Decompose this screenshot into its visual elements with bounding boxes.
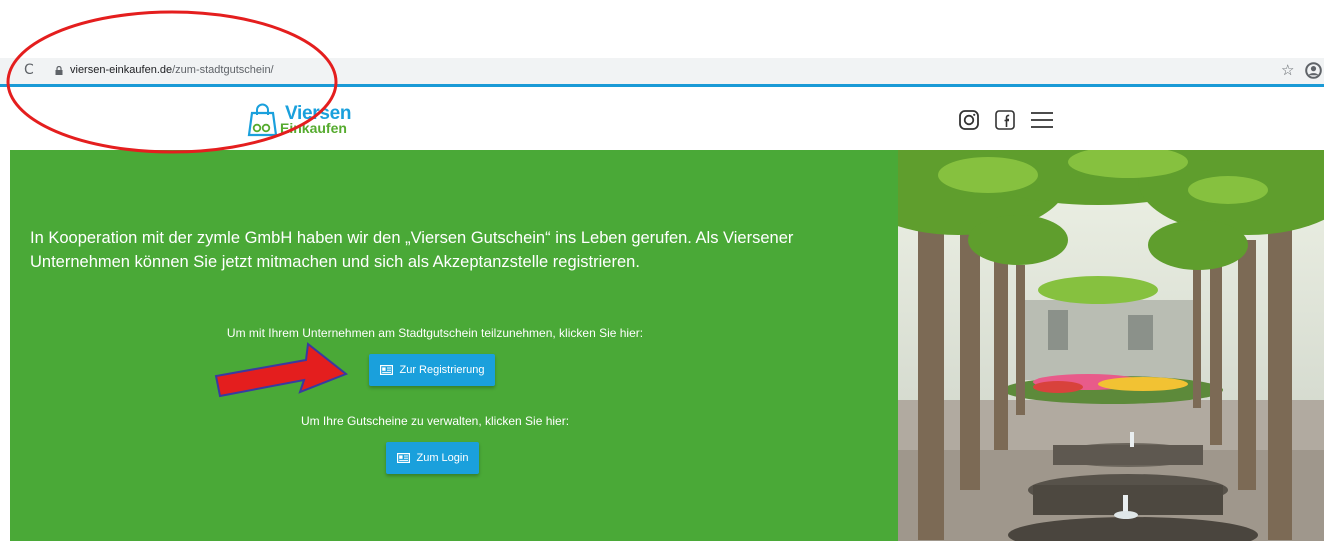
register-prompt: Um mit Ihrem Unternehmen am Stadtgutsche… [226,326,644,340]
profile-icon[interactable] [1305,62,1322,79]
header-divider [0,84,1324,87]
shopping-bag-icon [247,103,278,137]
register-button-label: Zur Registrierung [399,364,485,376]
facebook-icon[interactable] [994,109,1016,131]
instagram-icon[interactable] [958,109,980,131]
hero-photo [898,150,1324,541]
star-icon[interactable]: ☆ [1281,61,1294,79]
url-path: /zum-stadtgutschein/ [172,64,274,76]
intro-text: In Kooperation mit der zymle GmbH haben … [30,229,794,271]
site-logo[interactable]: Viersen Einkaufen [246,100,386,142]
address-bar[interactable]: C viersen-einkaufen.de/zum-stadtgutschei… [0,58,1324,84]
url-text[interactable]: viersen-einkaufen.de/zum-stadtgutschein/ [70,64,274,76]
hero-section: In Kooperation mit der zymle GmbH haben … [10,150,898,541]
url-domain: viersen-einkaufen.de [70,64,173,76]
hamburger-menu-icon[interactable] [1030,109,1054,131]
lock-icon [55,66,63,75]
id-card-icon [379,365,393,375]
login-prompt: Um Ihre Gutscheine zu verwalten, klicken… [300,414,570,428]
id-card-icon [396,453,410,463]
logo-text-einkaufen: Einkaufen [280,120,347,136]
login-button[interactable]: Zum Login [386,442,479,474]
tree-avenue-image [898,150,1324,541]
register-button[interactable]: Zur Registrierung [369,354,495,386]
login-button-label: Zum Login [416,452,469,464]
reload-icon[interactable]: C [24,62,34,78]
